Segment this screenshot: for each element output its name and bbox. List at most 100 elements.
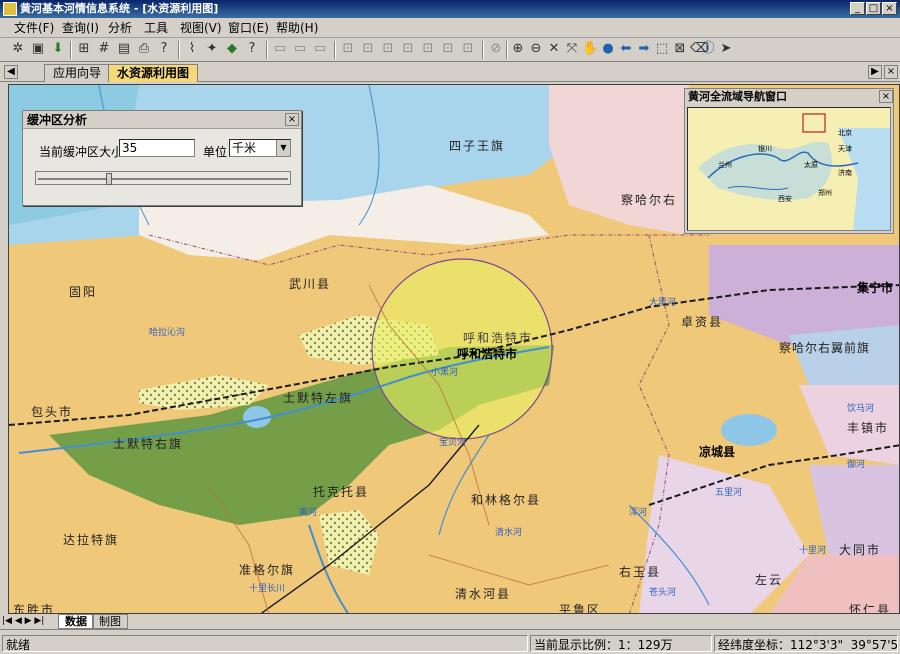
nav-close-button[interactable]: × — [879, 90, 893, 103]
buffer-size-input[interactable] — [119, 139, 195, 157]
buffer-slider[interactable] — [35, 171, 291, 185]
attach-icon[interactable]: ⌇ — [184, 41, 200, 57]
baobei-river — [438, 434, 490, 536]
document-tabs: ◀ 应用向导 水资源利用图 ▶ × — [0, 62, 900, 82]
draw-icon-1[interactable]: ⊘ — [488, 41, 504, 57]
fit-icon[interactable]: ⤧ — [564, 41, 580, 57]
window-title-bar: 黄河基本河情信息系统 - [水资源利用图] _ □ × — [0, 0, 900, 18]
buffer-analysis-dialog: 缓冲区分析 × 当前缓冲区大小 单位 千米 ▼ — [22, 110, 302, 206]
identify-icon[interactable]: ⊠ — [672, 41, 688, 57]
grid-icon[interactable]: # — [96, 41, 112, 57]
slider-thumb[interactable] — [106, 173, 113, 185]
unit-value: 千米 — [232, 141, 257, 155]
river-label: 黄河 — [299, 508, 318, 518]
menu-tools[interactable]: 工具 — [144, 20, 168, 36]
region-label: 托克托县 — [313, 485, 370, 499]
help-icon[interactable]: ? — [156, 41, 172, 57]
forward-arrow-icon[interactable]: ➡ — [636, 41, 652, 57]
sheet-nav-arrows[interactable]: |◀ ◀ ▶ ▶| — [2, 616, 44, 626]
minimize-button[interactable]: _ — [850, 2, 865, 15]
close-button[interactable]: × — [882, 2, 897, 15]
region-label: 丰镇市 — [847, 421, 890, 435]
region-label: 包头市 — [31, 405, 74, 419]
viewport-rect — [802, 113, 826, 133]
menu-view[interactable]: 视图(V) — [180, 20, 222, 36]
select-icon-4[interactable]: ⊡ — [400, 41, 416, 57]
region-label: 四子王旗 — [449, 139, 506, 153]
river-label: 宝贝河 — [439, 438, 467, 448]
table-icon[interactable]: ▤ — [116, 41, 132, 57]
coord-label: 经纬度坐标： — [718, 638, 791, 652]
overview-map[interactable]: 北京 天津 济南 郑州 太原 西安 兰州 银川 — [687, 107, 891, 231]
status-scale: 当前显示比例：1：129万 — [530, 635, 712, 652]
unit-label: 单位 — [203, 145, 228, 159]
menu-query[interactable]: 查询(I) — [62, 20, 99, 36]
edit-icon-3[interactable]: ▭ — [312, 41, 328, 57]
sheet-tabs: |◀ ◀ ▶ ▶| 数据 制图 — [0, 614, 900, 630]
info-icon[interactable]: ⓘ — [700, 41, 716, 57]
region-label: 右玉县 — [619, 565, 662, 579]
query-help-icon[interactable]: ? — [244, 41, 260, 57]
river-label: 哈拉沁沟 — [149, 328, 186, 338]
river-label: 浑河 — [629, 508, 648, 518]
zoom-in-icon[interactable]: ⊕ — [510, 41, 526, 57]
boundary-south-2 — [428, 554, 610, 586]
zoom-out-icon[interactable]: ⊖ — [528, 41, 544, 57]
river-label: 十里长川 — [249, 584, 286, 594]
nav-city-label: 兰州 — [718, 161, 732, 169]
globe-icon[interactable]: ● — [600, 41, 616, 57]
edit-icon-1[interactable]: ▭ — [272, 41, 288, 57]
nav-window-title: 黄河全流域导航窗口 — [688, 90, 787, 103]
nav-city-label: 郑州 — [818, 189, 832, 197]
maximize-button[interactable]: □ — [866, 2, 881, 15]
pan-hand-icon[interactable]: ✋ — [582, 41, 598, 57]
region-label: 察哈尔右 — [621, 193, 678, 207]
city-label: 呼和浩特市 — [457, 347, 518, 361]
tab-prev-button[interactable]: ◀ — [4, 65, 18, 79]
diamond-icon[interactable]: ◆ — [224, 41, 240, 57]
city-label: 呼和浩特市 — [463, 331, 534, 345]
menu-help[interactable]: 帮助(H) — [276, 20, 318, 36]
select-icon-3[interactable]: ⊡ — [380, 41, 396, 57]
select-icon-7[interactable]: ⊡ — [460, 41, 476, 57]
nav-city-label: 北京 — [838, 129, 852, 137]
select-icon-2[interactable]: ⊡ — [360, 41, 376, 57]
region-label: 和林格尔县 — [471, 493, 542, 507]
region-label: 准格尔旗 — [239, 563, 296, 577]
tab-next-button[interactable]: ▶ — [868, 65, 882, 79]
tab-water-resource-map[interactable]: 水资源利用图 — [108, 64, 199, 82]
sheet-tab-data[interactable]: 数据 — [58, 614, 94, 629]
sheet-tab-map[interactable]: 制图 — [92, 614, 128, 629]
region-label: 土默特右旗 — [113, 437, 184, 451]
river-label: 饮马河 — [847, 404, 875, 414]
tab-guide[interactable]: 应用向导 — [44, 64, 111, 82]
select-icon-6[interactable]: ⊡ — [440, 41, 456, 57]
open-folder-icon[interactable]: ▣ — [30, 41, 46, 57]
region-label: 察哈尔右翼前旗 — [779, 341, 871, 355]
city-label: 凉城县 — [699, 445, 736, 459]
region-label: 清水河县 — [455, 587, 512, 601]
select-icon-5[interactable]: ⊡ — [420, 41, 436, 57]
navigation-window: 黄河全流域导航窗口 × 北京 天津 济南 郑州 太原 西安 兰州 银川 — [684, 88, 894, 234]
dialog-close-button[interactable]: × — [285, 113, 299, 126]
unit-select[interactable]: 千米 ▼ — [229, 139, 291, 157]
menu-analysis[interactable]: 分析 — [108, 20, 132, 36]
tab-close-button[interactable]: × — [884, 65, 898, 79]
back-arrow-icon[interactable]: ⬅ — [618, 41, 634, 57]
pointer-icon[interactable]: ➤ — [718, 41, 734, 57]
layer-icon[interactable]: ⊞ — [76, 41, 92, 57]
select-icon-1[interactable]: ⊡ — [340, 41, 356, 57]
print-icon[interactable]: ⎙ — [136, 41, 152, 57]
new-map-icon[interactable]: ✲ — [10, 41, 26, 57]
download-icon[interactable]: ⬇ — [50, 41, 66, 57]
menu-file[interactable]: 文件(F) — [14, 20, 54, 36]
window-title: 黄河基本河情信息系统 - [水资源利用图] — [20, 2, 219, 15]
region-label: 固阳 — [69, 285, 98, 299]
chevron-down-icon[interactable]: ▼ — [276, 140, 290, 156]
nav-city-label: 银川 — [758, 145, 772, 153]
full-extent-icon[interactable]: ✕ — [546, 41, 562, 57]
select-feature-icon[interactable]: ⬚ — [654, 41, 670, 57]
edit-icon-2[interactable]: ▭ — [292, 41, 308, 57]
menu-window[interactable]: 窗口(E) — [228, 20, 269, 36]
sparkle-icon[interactable]: ✦ — [204, 41, 220, 57]
